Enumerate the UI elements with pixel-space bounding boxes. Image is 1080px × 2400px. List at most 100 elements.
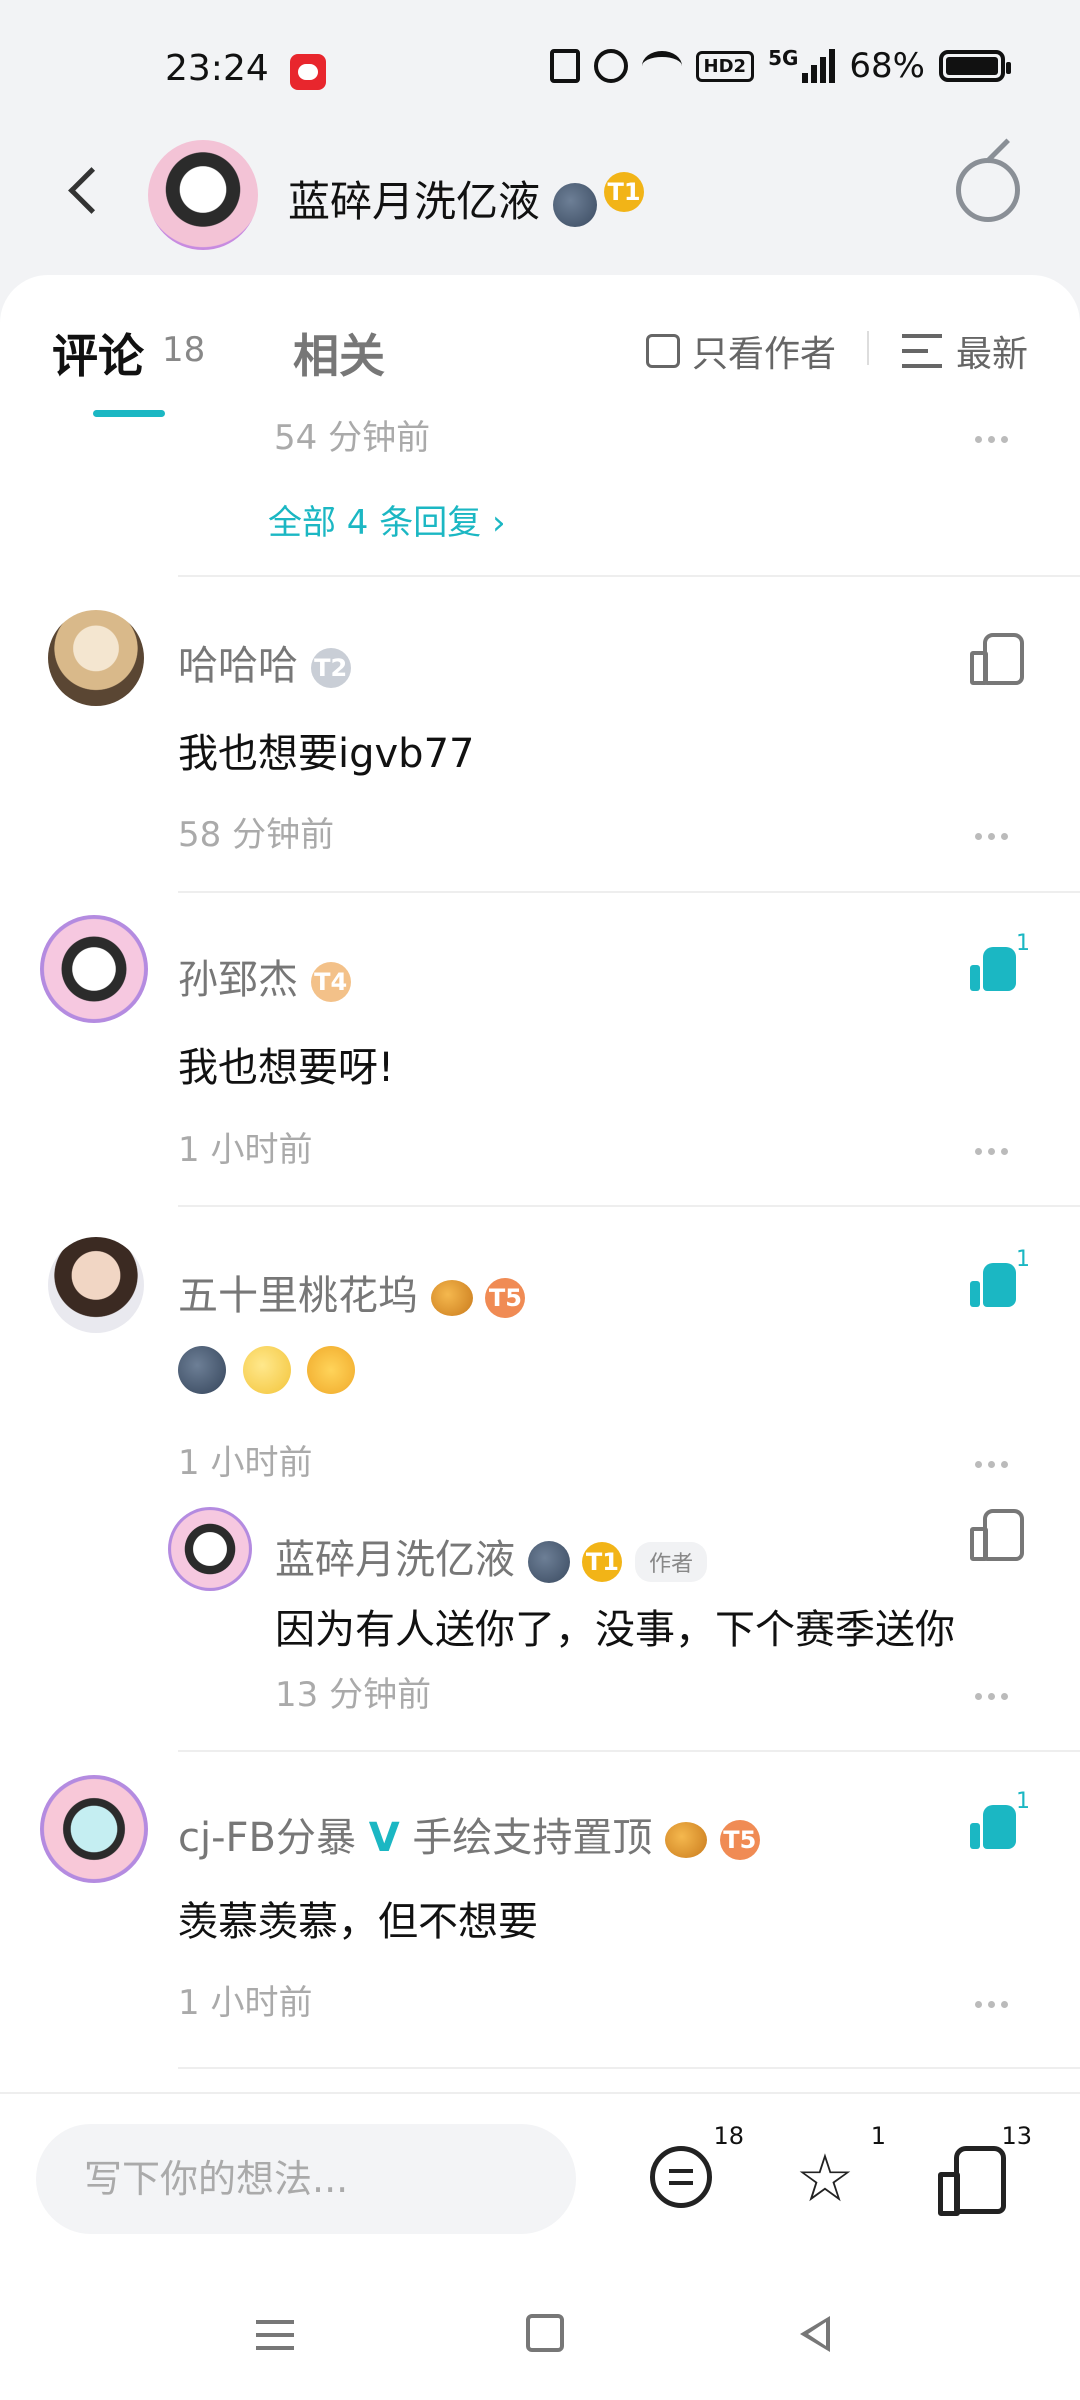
favorite-button[interactable]: ☆ 1: [792, 2122, 886, 2217]
active-tab-indicator: [93, 410, 165, 417]
like-button[interactable]: [970, 1509, 1024, 1561]
like-count: 1: [1016, 1247, 1030, 1272]
commenter-name-text: 五十里桃花坞: [178, 1273, 418, 1319]
comment-input[interactable]: 写下你的想法...: [36, 2124, 576, 2234]
tab-related[interactable]: 相关: [293, 320, 385, 386]
nfc-icon: [549, 49, 580, 83]
thumbs-up-icon: [970, 633, 1024, 685]
commenter-name-text: 孙郅杰: [178, 957, 298, 1003]
reply-text: 因为有人送你了，没事，下个赛季送你: [275, 1607, 955, 1653]
thumbs-up-icon: [970, 1509, 1024, 1561]
comment-tabs: 评论 18 相关 只看作者 最新: [0, 275, 1080, 417]
avatar[interactable]: [40, 1775, 148, 1883]
comment-count: 18: [713, 2122, 744, 2150]
more-icon[interactable]: [975, 825, 1015, 840]
level-badge-icon: T5: [719, 1820, 760, 1860]
avatar[interactable]: [48, 1237, 144, 1333]
pet-badge-icon: [665, 1822, 708, 1858]
divider: [178, 2067, 1080, 2069]
more-icon[interactable]: [975, 428, 1015, 443]
commenter-name[interactable]: 五十里桃花坞 T5: [178, 1263, 526, 1321]
reply-avatar[interactable]: [168, 1507, 252, 1591]
checkbox-icon: [646, 334, 680, 368]
sort-button[interactable]: 最新: [902, 325, 1028, 377]
level-badge-icon: T2: [310, 648, 351, 688]
more-icon[interactable]: [975, 1993, 1015, 2008]
star-icon: ☆: [795, 2140, 855, 2217]
level-badge-icon: T5: [485, 1278, 526, 1318]
like-count: 1: [1016, 931, 1030, 956]
divider: [178, 1750, 1080, 1752]
thumbs-up-icon: [970, 1805, 1016, 1849]
status-bar: 23:24 HD2 5G 68%: [0, 0, 1080, 140]
like-button[interactable]: [970, 633, 1024, 685]
status-time: 23:24: [165, 48, 269, 89]
author-avatar[interactable]: [148, 140, 258, 250]
battery-icon: [939, 50, 1011, 82]
verified-badge-icon: V: [368, 1815, 400, 1861]
hd-voice-icon: HD2: [695, 50, 755, 82]
tab-comments[interactable]: 评论: [52, 320, 144, 386]
post-header: 蓝碎月洗亿液 T1: [0, 140, 1080, 280]
more-icon[interactable]: [975, 1685, 1015, 1700]
share-icon[interactable]: [956, 158, 1020, 222]
wifi-icon: [641, 51, 682, 81]
avatar[interactable]: [40, 915, 148, 1023]
commenter-name[interactable]: 孙郅杰 T4: [178, 947, 351, 1005]
thumbs-up-icon: [970, 947, 1016, 991]
replier-name-text: 蓝碎月洗亿液: [275, 1537, 515, 1583]
back-button[interactable]: [55, 160, 115, 220]
divider: [178, 1205, 1080, 1207]
like-button[interactable]: [970, 1263, 1018, 1311]
battery-percent: 68%: [849, 46, 925, 86]
recent-apps-icon[interactable]: [256, 2320, 294, 2350]
system-navigation-bar: [0, 2262, 1080, 2400]
only-author-label: 只看作者: [692, 334, 837, 375]
comment-time: 1 小时前: [178, 1443, 313, 1483]
back-nav-icon[interactable]: [800, 2316, 830, 2352]
only-author-toggle[interactable]: 只看作者: [646, 325, 836, 377]
commenter-name-text: cj-FB分暴: [178, 1815, 356, 1861]
like-button[interactable]: [970, 947, 1018, 995]
divider: [867, 331, 869, 365]
comments-count: 18: [162, 330, 206, 370]
notification-icon: [290, 54, 326, 90]
author-tag: 作者: [635, 1542, 708, 1582]
replies-link-text: 全部 4 条回复: [268, 503, 482, 543]
favorite-count: 1: [870, 2122, 886, 2150]
comment-time: 1 小时前: [178, 1130, 313, 1170]
comment-text: 我也想要igvb77: [178, 731, 475, 777]
commenter-name[interactable]: cj-FB分暴 V 手绘支持置顶 T5: [178, 1805, 760, 1863]
home-icon[interactable]: [526, 2314, 564, 2352]
avatar[interactable]: [48, 610, 144, 706]
bottom-action-bar: 写下你的想法... 18 ☆ 1 13: [0, 2092, 1080, 2262]
status-icons: HD2 5G 68%: [549, 46, 1011, 86]
reply-time: 13 分钟前: [275, 1675, 432, 1715]
network-type: 5G: [768, 46, 799, 70]
comments-card: 评论 18 相关 只看作者 最新 54 分钟前 全部 4 条回复 › 哈哈哈 T…: [0, 275, 1080, 2095]
divider: [178, 891, 1080, 893]
author-name[interactable]: 蓝碎月洗亿液: [288, 168, 598, 229]
comment-time: 54 分钟前: [274, 418, 431, 458]
comment-text: 羡慕羡慕，但不想要: [178, 1899, 538, 1945]
like-post-button[interactable]: 13: [938, 2122, 1032, 2216]
replier-name[interactable]: 蓝碎月洗亿液 T1 作者: [275, 1527, 708, 1585]
pleading-emoji-icon: [307, 1346, 356, 1394]
comment-text: 我也想要呀!: [178, 1045, 395, 1091]
comment-button[interactable]: 18: [650, 2122, 744, 2216]
divider: [178, 575, 1080, 577]
level-badge-icon: T4: [310, 962, 351, 1002]
like-button[interactable]: [970, 1805, 1018, 1853]
comment-time: 58 分钟前: [178, 815, 335, 855]
more-icon[interactable]: [975, 1453, 1015, 1468]
author-name-text: 蓝碎月洗亿液: [288, 177, 541, 226]
pet-badge-icon: [430, 1280, 473, 1316]
like-post-count: 13: [1001, 2122, 1032, 2150]
moon-emoji-icon: [553, 182, 598, 227]
sort-icon: [902, 334, 942, 368]
moon-emoji-icon: [527, 1541, 570, 1583]
view-all-replies-link[interactable]: 全部 4 条回复 ›: [268, 495, 506, 544]
more-icon[interactable]: [975, 1140, 1015, 1155]
comment-emojis: [178, 1345, 359, 1394]
commenter-name[interactable]: 哈哈哈 T2: [178, 633, 351, 691]
